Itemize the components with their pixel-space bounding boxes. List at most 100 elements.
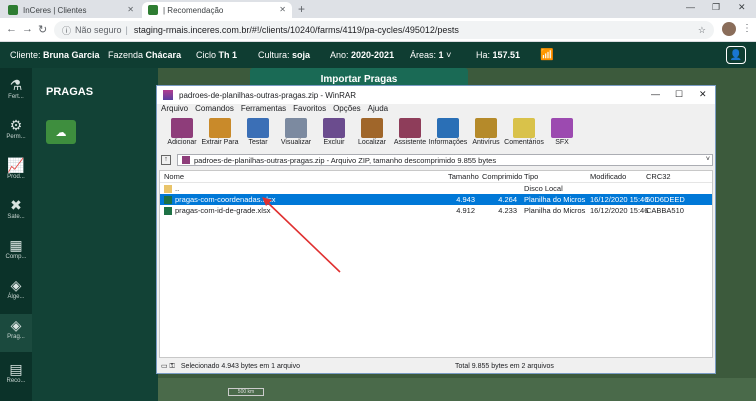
tab-label: | Recomendação	[163, 5, 224, 15]
nav-label: Sate...	[7, 214, 25, 220]
comments-button[interactable]: Comentários	[504, 116, 544, 152]
areas-label: Áreas:	[410, 50, 437, 60]
nav-label: Reco...	[6, 378, 26, 384]
farm-label: Fazenda	[108, 50, 144, 60]
column-type[interactable]: Tipo	[520, 172, 586, 181]
nav-item-pests[interactable]: ◈ Prag...	[0, 314, 32, 352]
close-icon[interactable]: ✕	[699, 89, 707, 100]
areas-field[interactable]: Áreas: 1 ˅	[410, 50, 451, 60]
upload-button[interactable]: ☁	[46, 120, 76, 144]
toolbar-label: Localizar	[357, 139, 386, 146]
reload-icon[interactable]: ↻	[38, 23, 47, 36]
column-modified[interactable]: Modificado	[586, 172, 642, 181]
winrar-toolbar: Adicionar Extrair Para Testar Visualizar…	[157, 116, 715, 152]
more-menu-icon[interactable]: ⋮	[742, 23, 752, 34]
drive-icon: ▭ ⚿	[161, 363, 175, 370]
maximize-icon[interactable]: ☐	[675, 89, 683, 100]
client-label: Cliente:	[10, 50, 41, 60]
file-size: 4.943	[456, 195, 475, 204]
chevron-down-icon[interactable]: ˅	[706, 156, 710, 163]
menu-opcoes[interactable]: Opções	[333, 104, 361, 116]
file-row-selected[interactable]: pragas-com-coordenadas.xlsx 4.943 4.264 …	[160, 194, 712, 205]
folder-icon	[164, 184, 172, 193]
column-compressed[interactable]: Comprimido	[478, 172, 522, 181]
flask-icon: ⚗	[9, 77, 23, 93]
layers-icon: ◈	[10, 317, 22, 333]
tab-label: InCeres | Clientes	[23, 5, 87, 15]
crop-field[interactable]: Cultura: soja	[258, 50, 310, 60]
file-crc: CABBA510	[646, 206, 684, 215]
document-icon: ▤	[9, 361, 23, 377]
client-field[interactable]: Cliente: Bruna Garcia	[10, 50, 100, 60]
extract-to-button[interactable]: Extrair Para	[201, 116, 239, 152]
nav-label: Perm...	[6, 134, 26, 140]
menu-favoritos[interactable]: Favoritos	[293, 104, 326, 116]
tab-close-icon[interactable]: ✕	[279, 5, 286, 14]
checklist-icon	[247, 118, 269, 138]
nav-item-permissions[interactable]: ⚙ Perm...	[0, 114, 32, 152]
column-size[interactable]: Tamanho	[444, 172, 479, 181]
menu-ajuda[interactable]: Ajuda	[368, 104, 388, 116]
close-icon[interactable]: ✕	[738, 2, 746, 13]
toolbar-label: Testar	[248, 139, 268, 146]
nav-item-productivity[interactable]: 📈 Prod...	[0, 154, 32, 192]
menu-arquivo[interactable]: Arquivo	[161, 104, 188, 116]
folder-extract-icon	[209, 118, 231, 138]
browser-tab-recomendacao[interactable]: | Recomendação ✕	[142, 2, 292, 18]
maximize-icon[interactable]: ❐	[712, 2, 720, 13]
path-dropdown[interactable]: padroes-de-planilhas-outras-pragas.zip -…	[177, 154, 713, 166]
sfx-icon	[551, 118, 573, 138]
nav-item-algebra[interactable]: ◈ Álge...	[0, 274, 32, 312]
nav-item-compaction[interactable]: ▦ Comp...	[0, 234, 32, 272]
file-row-parent[interactable]: .. Disco Local	[160, 183, 712, 194]
info-button[interactable]: Informações	[429, 116, 467, 152]
menu-comandos[interactable]: Comandos	[195, 104, 234, 116]
view-button[interactable]: Visualizar	[277, 116, 315, 152]
year-field[interactable]: Ano: 2020-2021	[330, 50, 394, 60]
up-folder-icon[interactable]: ↑	[161, 155, 171, 165]
menu-ferramentas[interactable]: Ferramentas	[241, 104, 286, 116]
minimize-icon[interactable]: —	[651, 89, 660, 99]
file-name: pragas-com-coordenadas.xlsx	[175, 195, 276, 204]
toolbar-label: Excluir	[323, 139, 345, 146]
trash-icon	[323, 118, 345, 138]
add-button[interactable]: Adicionar	[163, 116, 201, 152]
address-bar[interactable]: ⓘ Não seguro | staging-rmais.inceres.com…	[54, 21, 714, 39]
crop-value: soja	[292, 50, 311, 60]
back-arrow-icon[interactable]: ←	[6, 23, 17, 35]
toolbar-label: Assistente	[393, 139, 427, 146]
find-button[interactable]: Localizar	[353, 116, 391, 152]
year-label: Ano:	[330, 50, 349, 60]
farm-field[interactable]: Fazenda Chácara	[108, 50, 181, 60]
cycle-field[interactable]: Ciclo Th 1	[196, 50, 237, 60]
client-value: Bruna Garcia	[43, 50, 100, 60]
nav-label: Comp...	[5, 254, 27, 260]
nav-item-fertility[interactable]: ⚗ Fert...	[0, 74, 32, 112]
nav-item-satellite[interactable]: ✖ Sate...	[0, 194, 32, 232]
file-row[interactable]: pragas-com-id-de-grade.xlsx 4.912 4.233 …	[160, 205, 712, 216]
browser-tab-strip: InCeres | Clientes ✕ | Recomendação ✕ + …	[0, 0, 756, 18]
wizard-icon	[399, 118, 421, 138]
antivirus-button[interactable]: Antivírus	[467, 116, 505, 152]
wizard-button[interactable]: Assistente	[391, 116, 429, 152]
test-button[interactable]: Testar	[239, 116, 277, 152]
column-name[interactable]: Nome	[160, 172, 444, 181]
user-account-button[interactable]: 👤	[726, 46, 746, 64]
star-icon[interactable]: ☆	[698, 25, 706, 36]
sfx-button[interactable]: SFX	[543, 116, 581, 152]
new-tab-button[interactable]: +	[298, 2, 305, 16]
incere-favicon-icon	[148, 5, 158, 15]
file-type: Disco Local	[524, 184, 563, 193]
info-icon[interactable]: ⓘ	[62, 24, 71, 37]
browser-tab-clientes[interactable]: InCeres | Clientes ✕	[2, 2, 140, 18]
nav-item-recommendation[interactable]: ▤ Reco...	[0, 358, 32, 396]
tab-close-icon[interactable]: ✕	[127, 5, 134, 14]
crop-label: Cultura:	[258, 50, 290, 60]
minimize-icon[interactable]: —	[686, 2, 695, 12]
forward-arrow-icon[interactable]: →	[22, 23, 33, 35]
column-crc32[interactable]: CRC32	[642, 172, 682, 181]
file-type: Planilha do Micros...	[524, 206, 586, 215]
profile-avatar[interactable]	[722, 22, 736, 36]
delete-button[interactable]: Excluir	[315, 116, 353, 152]
binoculars-icon	[361, 118, 383, 138]
